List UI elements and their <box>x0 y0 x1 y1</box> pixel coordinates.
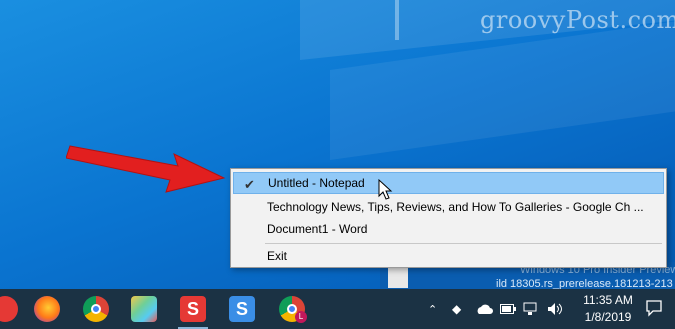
menu-item-label: Technology News, Tips, Reviews, and How … <box>267 200 644 214</box>
snagit-editor-icon[interactable]: S <box>229 296 255 322</box>
network-icon[interactable] <box>523 289 539 329</box>
chrome-icon[interactable] <box>83 296 109 322</box>
menu-item-label: Document1 - Word <box>267 222 368 236</box>
menu-item-chrome[interactable]: Technology News, Tips, Reviews, and How … <box>233 196 664 218</box>
menu-item-label: Exit <box>267 249 288 263</box>
menu-item-word[interactable]: Document1 - Word <box>233 218 664 240</box>
chevron-up-icon[interactable]: ⌃ <box>428 289 437 329</box>
clock-time: 11:35 AM <box>583 293 633 307</box>
battery-icon[interactable] <box>500 289 516 329</box>
watermark-text: groovyPost.com <box>480 6 675 34</box>
menu-item-label: Untitled - Notepad <box>268 176 365 190</box>
onedrive-icon[interactable] <box>475 289 493 329</box>
app-red-icon[interactable] <box>0 296 18 322</box>
window-list-menu: ✔ Untitled - Notepad Technology News, Ti… <box>230 168 667 268</box>
firefox-icon[interactable] <box>34 296 60 322</box>
dropbox-icon[interactable]: ◆ <box>452 289 461 329</box>
taskbar-clock[interactable]: 11:35 AM 1/8/2019 <box>578 292 638 326</box>
paint-app-icon[interactable] <box>131 296 157 322</box>
menu-item-notepad[interactable]: ✔ Untitled - Notepad <box>233 172 664 194</box>
window-thumbnail-icon <box>388 268 408 288</box>
taskbar: S S L ⌃ ◆ 11:35 AM 1/8/2019 <box>0 289 675 329</box>
clock-date: 1/8/2019 <box>584 310 632 324</box>
checkmark-icon: ✔ <box>244 177 255 192</box>
menu-separator <box>265 243 662 244</box>
mouse-cursor-icon <box>378 179 393 200</box>
wallpaper-beam <box>395 0 399 40</box>
snagit-icon[interactable]: S <box>180 296 206 322</box>
red-arrow-annotation <box>66 145 226 193</box>
volume-icon[interactable] <box>547 289 563 329</box>
chrome-profile-icon[interactable]: L <box>279 296 307 323</box>
action-center-icon[interactable] <box>645 299 663 317</box>
menu-item-exit[interactable]: Exit <box>233 245 664 267</box>
